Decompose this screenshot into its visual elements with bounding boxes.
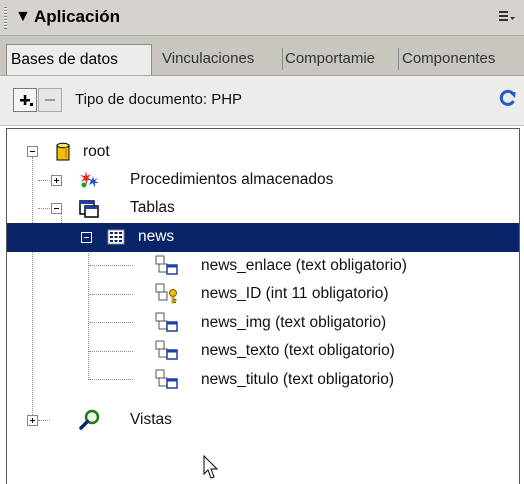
minus-icon <box>45 99 55 101</box>
tab-strip: Bases de datos Vinculaciones Comportamie… <box>0 36 524 76</box>
panel-options-menu-icon[interactable] <box>498 9 516 25</box>
tables-label: Tablas <box>130 199 175 216</box>
stored-procedure-icon <box>80 171 99 188</box>
document-type-label: Tipo de documento: PHP <box>75 91 243 108</box>
table-icon <box>107 229 125 245</box>
tree-node-views[interactable]: Vistas <box>7 406 519 434</box>
news-label: news <box>138 228 175 245</box>
view-icon <box>79 409 100 430</box>
expand-toggle-icon[interactable] <box>51 175 62 186</box>
collapse-toggle-icon[interactable] <box>81 232 92 243</box>
database-icon <box>56 142 70 161</box>
column-icon <box>155 340 178 360</box>
tree-node-column[interactable]: news_enlace (text obligatorio) <box>7 252 519 280</box>
column-icon <box>155 312 178 332</box>
refresh-icon[interactable] <box>498 88 518 108</box>
database-tree[interactable]: root Procedimientos almacenados Tablas n… <box>6 128 520 484</box>
plus-icon <box>20 95 33 106</box>
tab-bases-de-datos[interactable]: Bases de datos <box>6 44 152 75</box>
tab-componentes[interactable]: Componentes <box>400 44 520 75</box>
tree-node-news[interactable]: news <box>7 223 519 251</box>
tree-node-column[interactable]: news_ID (int 11 obligatorio) <box>7 280 519 308</box>
panel-title[interactable]: Aplicación <box>34 7 120 27</box>
column-label: news_enlace (text obligatorio) <box>201 257 407 274</box>
column-label: news_texto (text obligatorio) <box>201 342 395 359</box>
tree-node-tables[interactable]: Tablas <box>7 194 519 222</box>
tab-comportamientos[interactable]: Comportamie <box>283 44 397 75</box>
procedures-label: Procedimientos almacenados <box>130 171 334 188</box>
collapse-toggle-icon[interactable] <box>27 146 38 157</box>
toolbar: Tipo de documento: PHP <box>0 76 524 126</box>
column-label: news_titulo (text obligatorio) <box>201 371 394 388</box>
tree-node-column[interactable]: news_img (text obligatorio) <box>7 309 519 337</box>
mouse-pointer-icon <box>203 455 219 479</box>
collapse-toggle-icon[interactable] <box>51 203 62 214</box>
tree-node-column[interactable]: news_texto (text obligatorio) <box>7 337 519 365</box>
tab-divider <box>398 48 399 70</box>
add-button[interactable] <box>13 88 37 112</box>
expand-toggle-icon[interactable] <box>27 415 38 426</box>
column-icon <box>155 255 178 275</box>
panel-title-bar[interactable]: ▼ Aplicación <box>0 0 524 36</box>
views-label: Vistas <box>130 411 172 428</box>
primary-key-column-icon <box>155 283 177 304</box>
table-group-icon <box>79 200 99 218</box>
tree-node-root[interactable]: root <box>7 138 519 166</box>
tree-node-procedures[interactable]: Procedimientos almacenados <box>7 166 519 194</box>
collapse-arrow-icon[interactable]: ▼ <box>15 8 31 26</box>
column-label: news_ID (int 11 obligatorio) <box>201 285 389 302</box>
remove-button[interactable] <box>38 88 62 112</box>
column-icon <box>155 369 178 389</box>
tab-vinculaciones[interactable]: Vinculaciones <box>156 44 271 75</box>
application-panel: ▼ Aplicación Bases de datos Vinculacione… <box>0 0 524 484</box>
root-label: root <box>83 143 110 160</box>
column-label: news_img (text obligatorio) <box>201 314 387 331</box>
drag-grip-icon[interactable] <box>4 7 7 29</box>
tree-node-column[interactable]: news_titulo (text obligatorio) <box>7 366 519 394</box>
